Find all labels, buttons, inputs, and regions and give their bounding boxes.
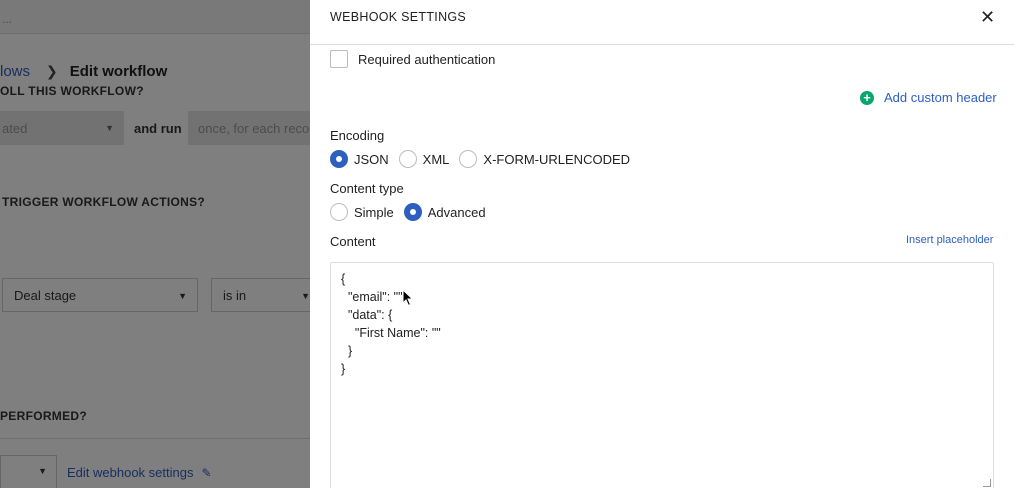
encoding-option-xml[interactable]: XML bbox=[398, 150, 450, 168]
add-custom-header-label: Add custom header bbox=[884, 90, 997, 105]
webhook-settings-panel: WEBHOOK SETTINGS ✕ Required authenticati… bbox=[310, 0, 1014, 488]
content-label: Content bbox=[330, 234, 376, 249]
encoding-option-form[interactable]: X-FORM-URLENCODED bbox=[459, 150, 630, 168]
required-auth-checkbox[interactable] bbox=[330, 50, 348, 68]
content-type-options: Simple Advanced bbox=[330, 203, 496, 221]
radio-unselected-icon[interactable] bbox=[398, 150, 417, 168]
radio-unselected-icon[interactable] bbox=[459, 150, 478, 168]
content-type-option-advanced[interactable]: Advanced bbox=[403, 203, 486, 221]
encoding-option-label: XML bbox=[422, 151, 450, 167]
close-icon[interactable]: ✕ bbox=[980, 7, 995, 28]
resize-handle-icon[interactable] bbox=[983, 479, 991, 487]
radio-selected-icon[interactable] bbox=[330, 150, 348, 168]
content-type-label: Content type bbox=[330, 181, 404, 196]
encoding-option-label: JSON bbox=[354, 151, 389, 167]
plus-circle-icon: + bbox=[860, 90, 874, 105]
encoding-option-label: X-FORM-URLENCODED bbox=[483, 151, 631, 167]
panel-header: WEBHOOK SETTINGS ✕ bbox=[310, 0, 1014, 45]
encoding-options: JSON XML X-FORM-URLENCODED bbox=[330, 150, 640, 168]
required-auth-label: Required authentication bbox=[358, 51, 496, 67]
radio-unselected-icon[interactable] bbox=[330, 203, 348, 221]
panel-title: WEBHOOK SETTINGS bbox=[330, 10, 467, 24]
content-type-option-simple[interactable]: Simple bbox=[330, 203, 394, 221]
radio-selected-icon[interactable] bbox=[403, 203, 422, 221]
content-type-option-label: Advanced bbox=[427, 204, 486, 220]
add-custom-header-button[interactable]: + Add custom header bbox=[860, 90, 997, 105]
mouse-cursor-icon bbox=[402, 289, 414, 307]
required-auth-row[interactable]: Required authentication bbox=[330, 50, 495, 68]
encoding-option-json[interactable]: JSON bbox=[330, 150, 389, 168]
encoding-label: Encoding bbox=[330, 128, 385, 143]
insert-placeholder-link[interactable]: Insert placeholder bbox=[906, 234, 993, 246]
content-type-option-label: Simple bbox=[354, 204, 394, 220]
content-text: { "email": "", "data": { "First Name": "… bbox=[341, 272, 441, 376]
content-textarea[interactable]: { "email": "", "data": { "First Name": "… bbox=[330, 262, 994, 488]
